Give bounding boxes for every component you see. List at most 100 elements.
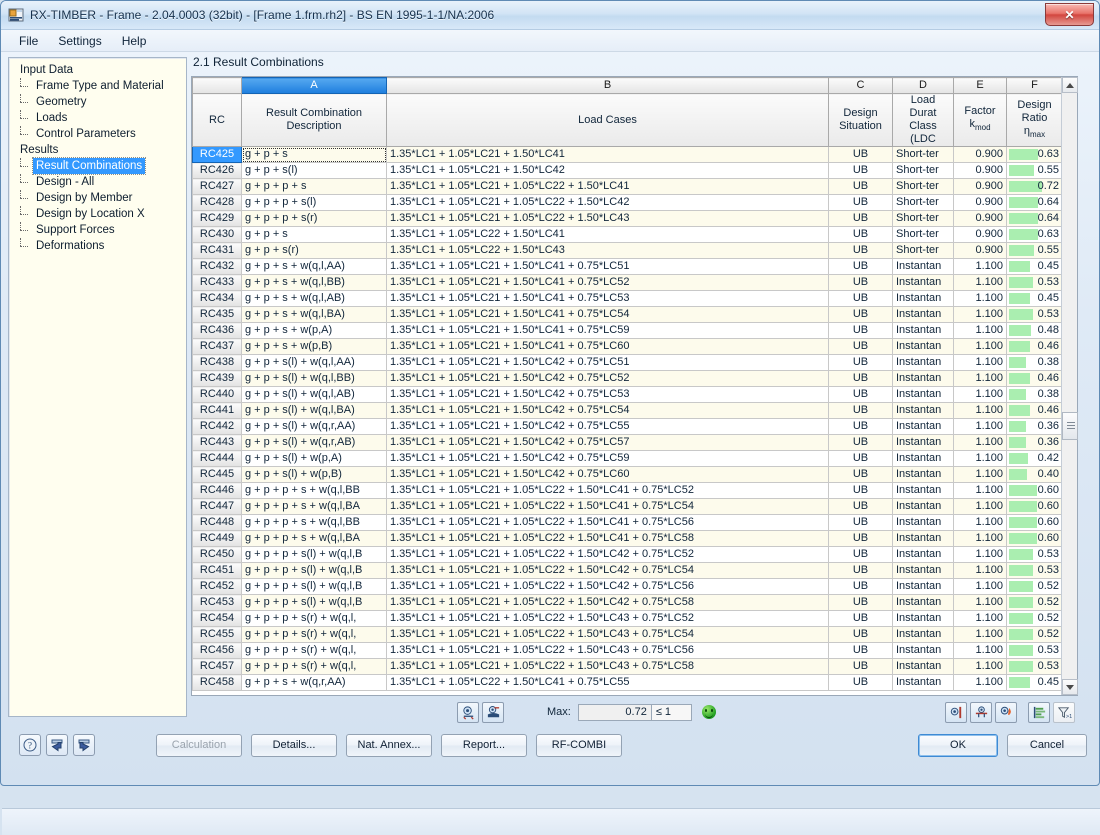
row-header-rc[interactable]: RC441 <box>192 402 242 419</box>
ok-button[interactable]: OK <box>918 733 998 757</box>
sidebar-item-design-by-member[interactable]: Design by Member <box>15 190 186 206</box>
national-annex-button[interactable]: Nat. Annex... <box>346 733 432 757</box>
cell-description[interactable]: g + p + p + s + w(q,l,BB <box>241 482 387 499</box>
cell-design-ratio[interactable]: 0.53 <box>1006 274 1063 291</box>
cell-design-ratio[interactable]: 0.64 <box>1006 194 1063 211</box>
row-header-rc[interactable]: RC429 <box>192 210 242 227</box>
row-header-rc[interactable]: RC438 <box>192 354 242 371</box>
cell-load-cases[interactable]: 1.35*LC1 + 1.05*LC21 + 1.50*LC42 + 0.75*… <box>386 450 829 467</box>
report-button[interactable]: Report... <box>441 733 527 757</box>
cell-load-cases[interactable]: 1.35*LC1 + 1.05*LC21 + 1.50*LC42 + 0.75*… <box>386 466 829 483</box>
cell-design-situation[interactable]: UB <box>828 354 893 371</box>
table-row[interactable]: RC427 g + p + p + s 1.35*LC1 + 1.05*LC21 +… <box>192 178 1063 195</box>
cell-design-ratio[interactable]: 0.52 <box>1006 594 1063 611</box>
cell-load-cases[interactable]: 1.35*LC1 + 1.05*LC21 + 1.50*LC41 + 0.75*… <box>386 306 829 323</box>
cell-load-duration-class[interactable]: Instantan <box>892 546 954 563</box>
table-row[interactable]: RC426 g + p + s(l) 1.35*LC1 + 1.05*LC21 + … <box>192 162 1063 179</box>
cell-kmod[interactable]: 1.100 <box>953 466 1007 483</box>
row-header-rc[interactable]: RC443 <box>192 434 242 451</box>
row-header-rc[interactable]: RC458 <box>192 674 242 691</box>
cell-design-situation[interactable]: UB <box>828 562 893 579</box>
cell-design-ratio[interactable]: 0.48 <box>1006 322 1063 339</box>
sidebar-item-geometry[interactable]: Geometry <box>15 94 186 110</box>
support-view-button[interactable] <box>970 701 992 723</box>
cell-load-cases[interactable]: 1.35*LC1 + 1.05*LC21 + 1.50*LC41 + 0.75*… <box>386 258 829 275</box>
cell-design-situation[interactable]: UB <box>828 370 893 387</box>
close-button[interactable]: ✕ <box>1045 3 1094 26</box>
tree-group-input-data[interactable]: Input Data <box>15 62 186 78</box>
cell-load-duration-class[interactable]: Instantan <box>892 658 954 675</box>
cell-load-cases[interactable]: 1.35*LC1 + 1.05*LC22 + 1.50*LC41 + 0.75*… <box>386 674 829 691</box>
cell-kmod[interactable]: 1.100 <box>953 386 1007 403</box>
cell-design-situation[interactable]: UB <box>828 322 893 339</box>
col-letter-b[interactable]: B <box>386 77 829 94</box>
cell-kmod[interactable]: 0.900 <box>953 194 1007 211</box>
row-header-rc[interactable]: RC451 <box>192 562 242 579</box>
cell-design-ratio[interactable]: 0.40 <box>1006 466 1063 483</box>
cell-load-duration-class[interactable]: Instantan <box>892 274 954 291</box>
cell-description[interactable]: g + p + p + s(l) <box>241 194 387 211</box>
row-header-rc[interactable]: RC436 <box>192 322 242 339</box>
table-row[interactable]: RC450 g + p + p + s(l) + w(q,l,B 1.35*LC1 … <box>192 546 1063 563</box>
cell-design-situation[interactable]: UB <box>828 450 893 467</box>
cell-design-situation[interactable]: UB <box>828 546 893 563</box>
row-header-rc[interactable]: RC448 <box>192 514 242 531</box>
cell-design-ratio[interactable]: 0.60 <box>1006 482 1063 499</box>
row-header-rc[interactable]: RC450 <box>192 546 242 563</box>
table-row[interactable]: RC432 g + p + s + w(q,l,AA) 1.35*LC1 + 1.0… <box>192 258 1063 275</box>
cell-load-cases[interactable]: 1.35*LC1 + 1.05*LC21 + 1.50*LC42 + 0.75*… <box>386 370 829 387</box>
cell-design-ratio[interactable]: 0.45 <box>1006 674 1063 691</box>
cell-kmod[interactable]: 1.100 <box>953 338 1007 355</box>
cell-load-duration-class[interactable]: Instantan <box>892 306 954 323</box>
cell-design-ratio[interactable]: 0.53 <box>1006 306 1063 323</box>
cell-design-ratio[interactable]: 0.55 <box>1006 162 1063 179</box>
table-row[interactable]: RC448 g + p + p + s + w(q,l,BB 1.35*LC1 + … <box>192 514 1063 531</box>
table-row[interactable]: RC445 g + p + s(l) + w(p,B) 1.35*LC1 + 1.0… <box>192 466 1063 483</box>
table-row[interactable]: RC434 g + p + s + w(q,l,AB) 1.35*LC1 + 1.0… <box>192 290 1063 307</box>
cell-design-ratio[interactable]: 0.38 <box>1006 386 1063 403</box>
row-header-rc[interactable]: RC453 <box>192 594 242 611</box>
cell-load-duration-class[interactable]: Instantan <box>892 370 954 387</box>
table-row[interactable]: RC443 g + p + s(l) + w(q,r,AB) 1.35*LC1 + … <box>192 434 1063 451</box>
cell-kmod[interactable]: 1.100 <box>953 482 1007 499</box>
cell-description[interactable]: g + p + p + s(l) + w(q,l,B <box>241 546 387 563</box>
table-row[interactable]: RC441 g + p + s(l) + w(q,l,BA) 1.35*LC1 + … <box>192 402 1063 419</box>
cell-load-cases[interactable]: 1.35*LC1 + 1.05*LC21 + 1.50*LC41 + 0.75*… <box>386 338 829 355</box>
cell-load-duration-class[interactable]: Instantan <box>892 434 954 451</box>
cell-kmod[interactable]: 1.100 <box>953 322 1007 339</box>
cell-load-cases[interactable]: 1.35*LC1 + 1.05*LC21 + 1.50*LC41 <box>386 146 829 163</box>
cell-description[interactable]: g + p + s(l) + w(q,r,AB) <box>241 434 387 451</box>
cell-design-ratio[interactable]: 0.38 <box>1006 354 1063 371</box>
table-row[interactable]: RC452 g + p + p + s(l) + w(q,l,B 1.35*LC1 … <box>192 578 1063 595</box>
cell-description[interactable]: g + p + s + w(p,B) <box>241 338 387 355</box>
cell-design-ratio[interactable]: 0.52 <box>1006 578 1063 595</box>
cell-load-cases[interactable]: 1.35*LC1 + 1.05*LC21 + 1.50*LC42 + 0.75*… <box>386 402 829 419</box>
cell-design-ratio[interactable]: 0.36 <box>1006 418 1063 435</box>
cell-description[interactable]: g + p + s(l) + w(q,l,AA) <box>241 354 387 371</box>
cell-description[interactable]: g + p + s(l) + w(q,r,AA) <box>241 418 387 435</box>
table-row[interactable]: RC449 g + p + p + s + w(q,l,BA 1.35*LC1 + … <box>192 530 1063 547</box>
cell-load-cases[interactable]: 1.35*LC1 + 1.05*LC21 + 1.05*LC22 + 1.50*… <box>386 610 829 627</box>
cell-load-duration-class[interactable]: Instantan <box>892 418 954 435</box>
cell-design-ratio[interactable]: 0.72 <box>1006 178 1063 195</box>
cell-kmod[interactable]: 1.100 <box>953 306 1007 323</box>
row-header-rc[interactable]: RC439 <box>192 370 242 387</box>
row-header-rc[interactable]: RC440 <box>192 386 242 403</box>
cell-load-cases[interactable]: 1.35*LC1 + 1.05*LC21 + 1.05*LC22 + 1.50*… <box>386 194 829 211</box>
next-button[interactable] <box>73 734 95 756</box>
col-letter-c[interactable]: C <box>828 77 893 94</box>
cell-load-duration-class[interactable]: Instantan <box>892 562 954 579</box>
cell-load-cases[interactable]: 1.35*LC1 + 1.05*LC21 + 1.50*LC41 + 0.75*… <box>386 290 829 307</box>
row-header-rc[interactable]: RC457 <box>192 658 242 675</box>
table-row[interactable]: RC440 g + p + s(l) + w(q,l,AB) 1.35*LC1 + … <box>192 386 1063 403</box>
cell-load-cases[interactable]: 1.35*LC1 + 1.05*LC22 + 1.50*LC43 <box>386 242 829 259</box>
cell-kmod[interactable]: 1.100 <box>953 578 1007 595</box>
cell-description[interactable]: g + p + s(l) + w(q,l,BB) <box>241 370 387 387</box>
details-button[interactable]: Details... <box>251 733 337 757</box>
cell-design-ratio[interactable]: 0.53 <box>1006 546 1063 563</box>
cell-load-cases[interactable]: 1.35*LC1 + 1.05*LC21 + 1.05*LC22 + 1.50*… <box>386 546 829 563</box>
row-header-rc[interactable]: RC427 <box>192 178 242 195</box>
cell-load-duration-class[interactable]: Instantan <box>892 642 954 659</box>
cell-load-cases[interactable]: 1.35*LC1 + 1.05*LC21 + 1.05*LC22 + 1.50*… <box>386 642 829 659</box>
row-header-rc[interactable]: RC444 <box>192 450 242 467</box>
